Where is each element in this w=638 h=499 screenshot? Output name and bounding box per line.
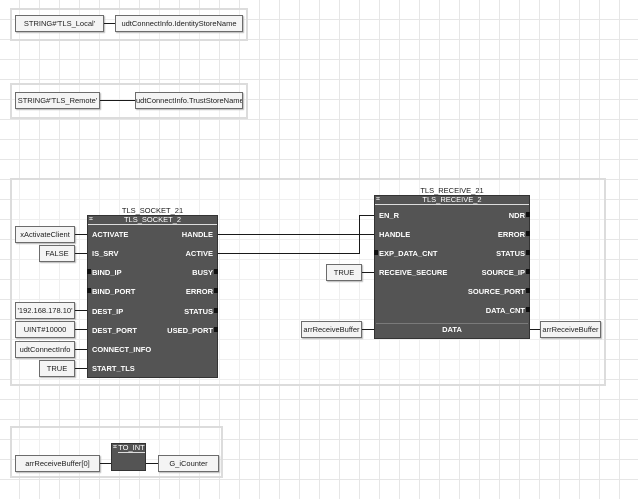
- wire-start-tls: [75, 368, 87, 369]
- receive-out-stub-data-cnt: [526, 307, 530, 312]
- var-is-srv-false[interactable]: FALSE: [39, 245, 75, 262]
- wire-n2: [100, 100, 135, 101]
- wire-connect-info: [75, 349, 87, 350]
- socket-pin-error: ERROR: [185, 287, 213, 296]
- socket-out-stub-error: [214, 288, 218, 293]
- socket-pin-activate: ACTIVATE: [92, 230, 129, 239]
- receive-pin-exp-data-cnt: EXP_DATA_CNT: [379, 249, 438, 258]
- socket-pin-bind-ip: BIND_IP: [92, 268, 122, 277]
- receive-type-name: TLS_RECEIVE_2: [375, 196, 529, 205]
- socket-out-stub-busy: [214, 269, 218, 274]
- wire-dest-ip: [75, 310, 87, 311]
- var-dest-port[interactable]: UINT#10000: [15, 321, 75, 338]
- receive-out-stub-status: [526, 250, 530, 255]
- to-int-block[interactable]: ⌗ TO_INT: [111, 443, 146, 471]
- socket-pin-handle: HANDLE: [181, 230, 213, 239]
- receive-out-stub-source-port: [526, 288, 530, 293]
- var-trust-store-name[interactable]: udtConnectInfo.TrustStoreName: [135, 92, 243, 109]
- wire-is-srv: [75, 253, 87, 254]
- socket-pin-dest-ip: DEST_IP: [92, 307, 124, 316]
- socket-in-stub-bind-ip: [87, 269, 91, 274]
- receive-in-stub-exp-data-cnt: [374, 250, 378, 255]
- socket-pin-dest-port: DEST_PORT: [92, 326, 138, 335]
- wire-data-out: [530, 329, 540, 330]
- var-tls-remote-constant[interactable]: STRING#'TLS_Remote': [15, 92, 100, 109]
- socket-pin-busy: BUSY: [192, 268, 213, 277]
- var-dest-ip[interactable]: '192.168.178.10': [15, 302, 75, 319]
- var-identity-store-name[interactable]: udtConnectInfo.IdentityStoreName: [115, 15, 243, 32]
- receive-out-stub-source-ip: [526, 269, 530, 274]
- wire-dest-port: [75, 329, 87, 330]
- receive-out-stub-error: [526, 231, 530, 236]
- var-receive-secure-true[interactable]: TRUE: [326, 264, 362, 281]
- wire-to-int-out: [146, 463, 158, 464]
- var-receive-buffer-in[interactable]: arrReceiveBuffer: [301, 321, 362, 338]
- wire-n1: [104, 23, 115, 24]
- socket-pin-bind-port: BIND_PORT: [92, 287, 136, 296]
- wire-to-int-in: [100, 463, 111, 464]
- receive-pin-source-ip: SOURCE_IP: [481, 268, 525, 277]
- socket-out-stub-status: [214, 308, 218, 313]
- wire-active-to-en-r-h2: [359, 215, 374, 216]
- wire-active-to-en-r-h1: [218, 253, 359, 254]
- receive-out-stub-ndr: [526, 212, 530, 217]
- var-activate-client[interactable]: xActivateClient: [15, 226, 75, 243]
- receive-pin-handle: HANDLE: [379, 230, 411, 239]
- wire-data-in: [362, 329, 374, 330]
- wire-handle-to-handle: [218, 234, 374, 235]
- socket-pin-status: STATUS: [184, 307, 213, 316]
- receive-pin-data-cnt: DATA_CNT: [485, 306, 525, 315]
- var-g-icounter[interactable]: G_iCounter: [158, 455, 219, 472]
- receive-inout-separator: [376, 323, 528, 324]
- var-receive-buffer-index[interactable]: arrReceiveBuffer[0]: [15, 455, 100, 472]
- receive-pin-ndr: NDR: [508, 211, 525, 220]
- receive-pin-error: ERROR: [497, 230, 525, 239]
- var-connect-info[interactable]: udtConnectInfo: [15, 341, 75, 358]
- var-start-tls-true[interactable]: TRUE: [39, 360, 75, 377]
- tls-socket-block[interactable]: ⌗ TLS_SOCKET_2 ACTIVATE IS_SRV BIND_IP B…: [87, 215, 218, 378]
- wire-receive-secure: [362, 272, 374, 273]
- receive-pin-source-port: SOURCE_PORT: [467, 287, 525, 296]
- receive-pin-status: STATUS: [496, 249, 525, 258]
- to-int-type-name: TO_INT: [118, 443, 145, 453]
- function-block-icon: ⌗: [113, 444, 117, 451]
- tls-receive-block[interactable]: ⌗ TLS_RECEIVE_2 EN_R HANDLE EXP_DATA_CNT…: [374, 195, 530, 339]
- socket-instance-name: TLS_SOCKET_21: [121, 206, 184, 215]
- receive-pin-en-r: EN_R: [379, 211, 400, 220]
- socket-type-name: TLS_SOCKET_2: [88, 216, 217, 225]
- socket-in-stub-bind-port: [87, 288, 91, 293]
- socket-pin-active: ACTIVE: [185, 249, 213, 258]
- receive-pin-data: DATA: [442, 325, 462, 334]
- socket-out-stub-used-port: [214, 327, 218, 332]
- var-tls-local-constant[interactable]: STRING#'TLS_Local': [15, 15, 104, 32]
- receive-pin-receive-secure: RECEIVE_SECURE: [379, 268, 448, 277]
- var-receive-buffer-out[interactable]: arrReceiveBuffer: [540, 321, 601, 338]
- wire-activate: [75, 234, 87, 235]
- socket-pin-used-port: USED_PORT: [167, 326, 213, 335]
- socket-pin-start-tls: START_TLS: [92, 364, 135, 373]
- receive-instance-name: TLS_RECEIVE_21: [420, 186, 484, 195]
- socket-pin-connect-info: CONNECT_INFO: [92, 345, 152, 354]
- socket-pin-is-srv: IS_SRV: [92, 249, 119, 258]
